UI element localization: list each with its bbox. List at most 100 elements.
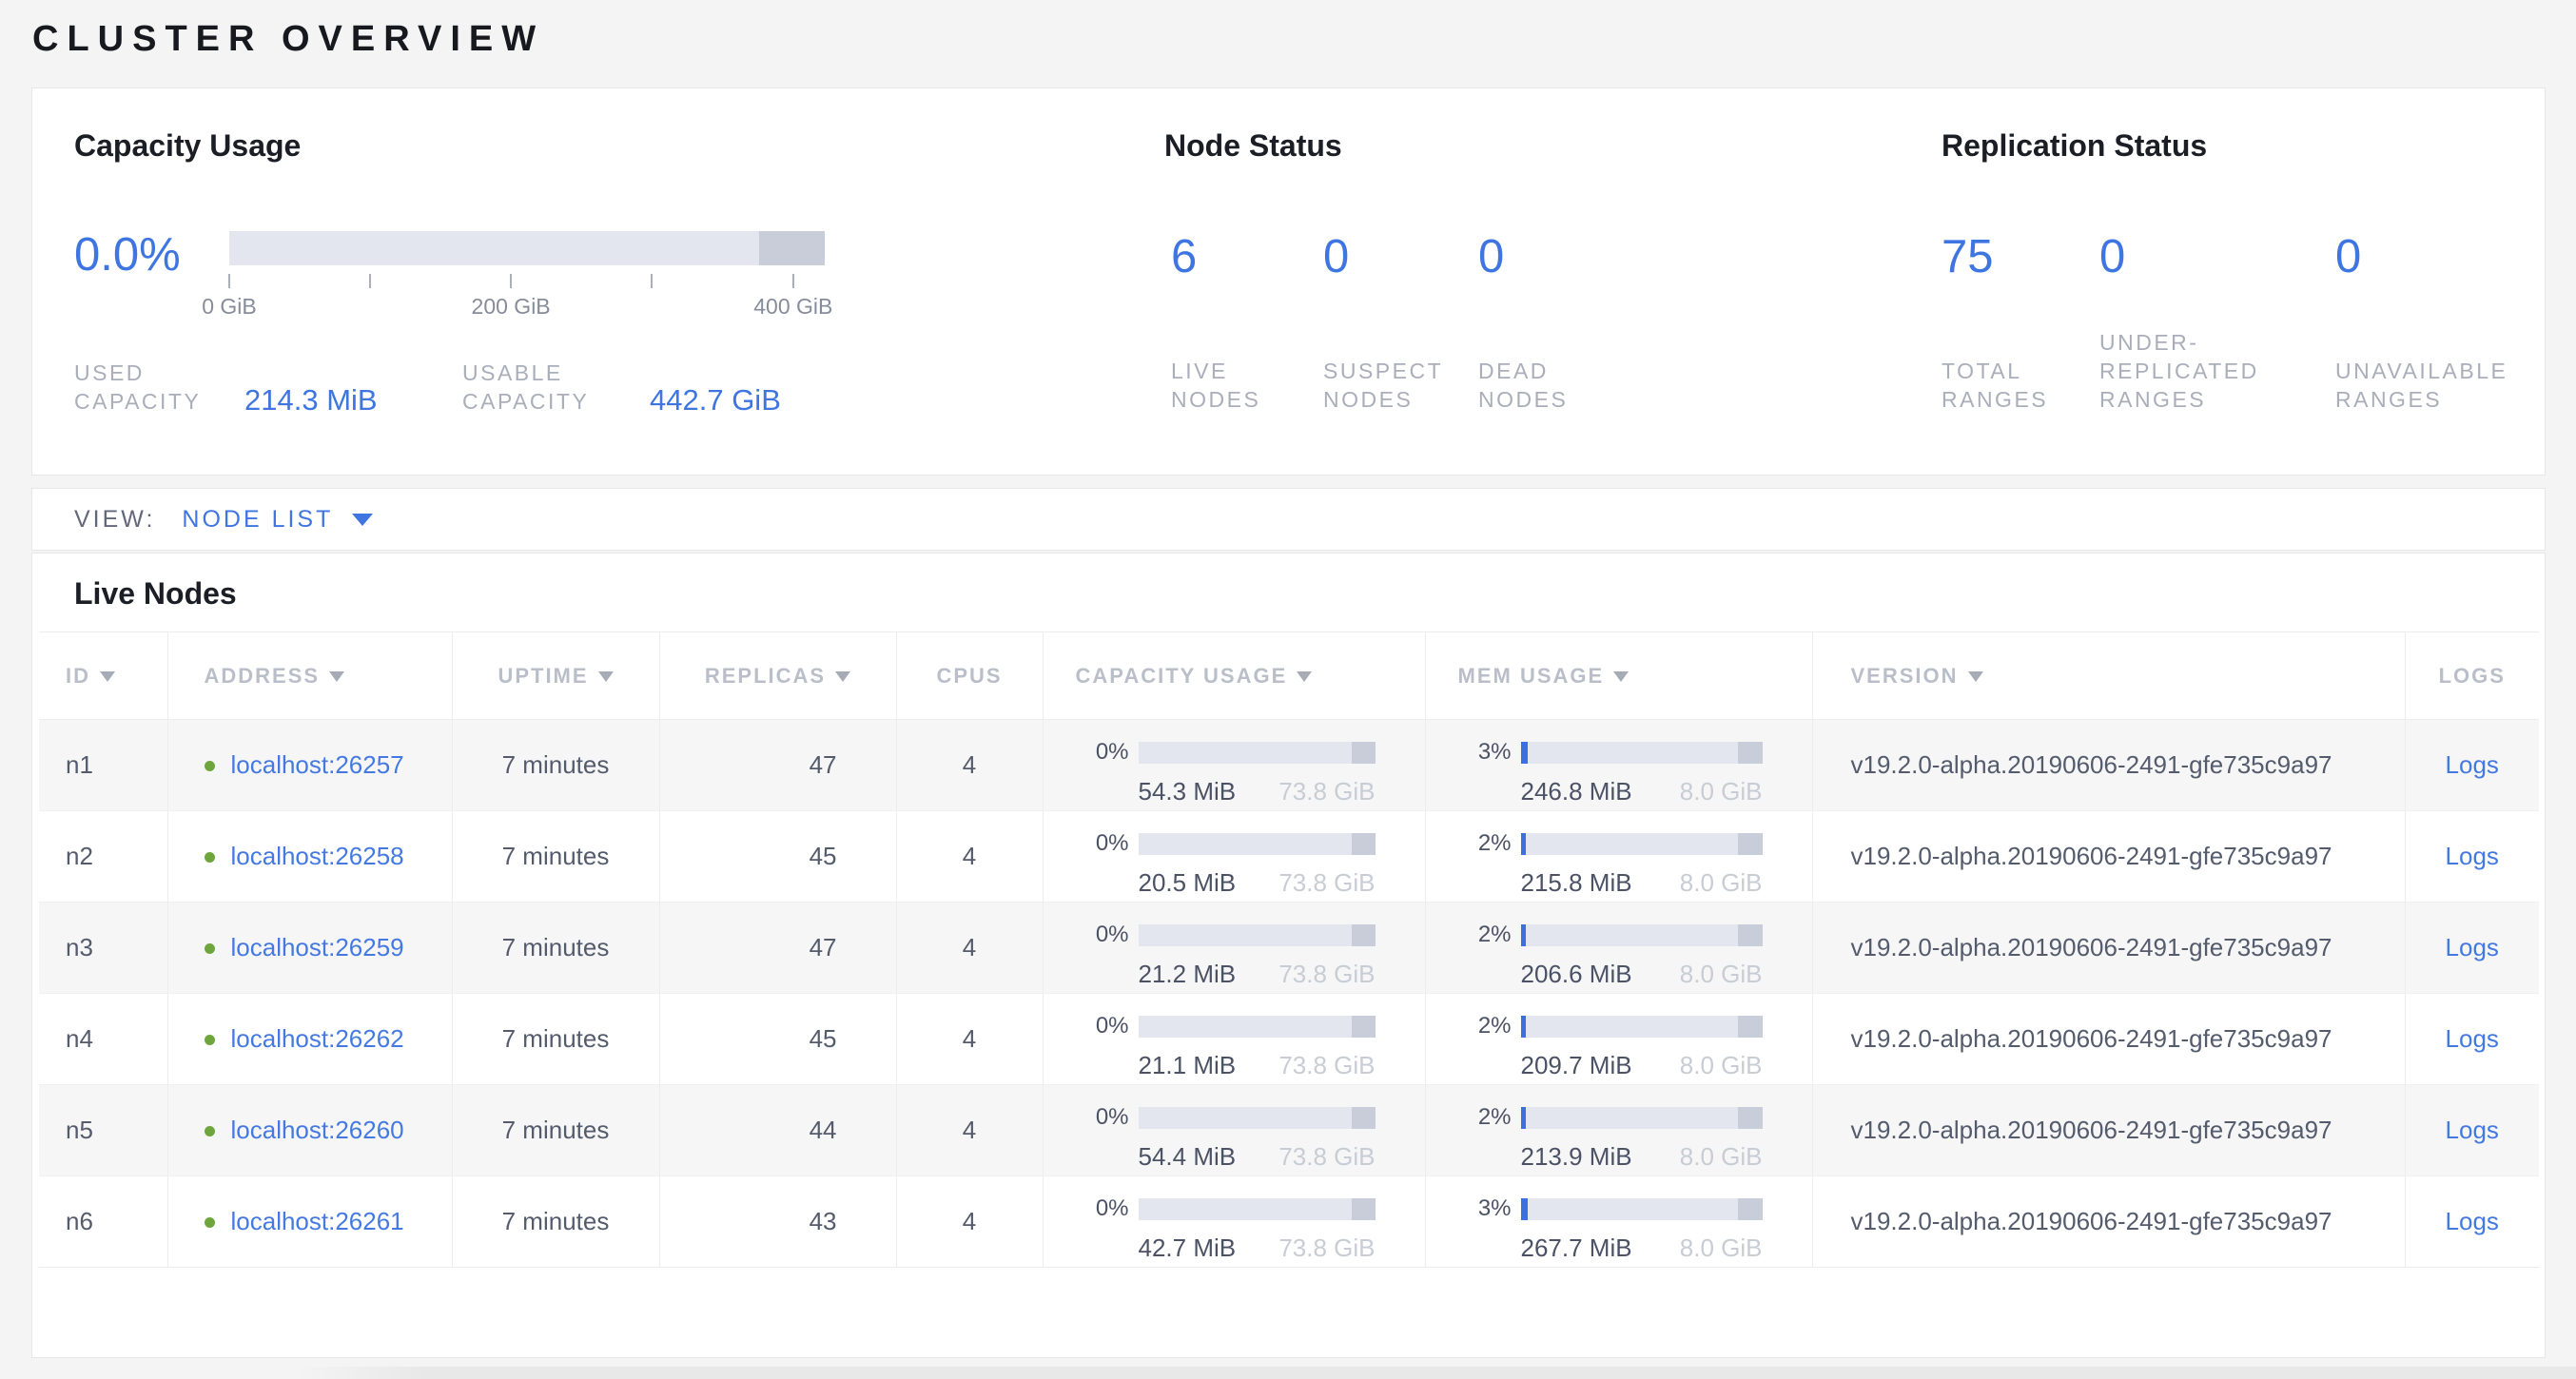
node-table-row: n2 localhost:26258 7 minutes 45 4 0% 20.… [39, 811, 2539, 903]
mem-usage-bar [1521, 742, 1763, 764]
capacity-usage-percent: 0% [1076, 739, 1129, 766]
capacity-total-value: 73.8 GiB [1278, 1051, 1375, 1080]
column-header-capacity-usage-label: CAPACITY USAGE [1076, 664, 1288, 688]
column-header-replicas[interactable]: REPLICAS [659, 632, 896, 720]
dead-nodes-count: 0 [1478, 231, 1504, 282]
mem-bar-reserved-segment [1738, 1198, 1762, 1220]
node-table-row: n5 localhost:26260 7 minutes 44 4 0% 54.… [39, 1085, 2539, 1176]
node-mem-usage-cell: 2% 213.9 MiB 8.0 GiB [1425, 1085, 1812, 1176]
live-nodes-table: ID ADDRESS UPTIME REPLICAS CPUS CAPACITY… [39, 631, 2539, 1268]
column-header-uptime-label: UPTIME [498, 664, 588, 688]
node-live-status-icon [205, 761, 215, 771]
mem-usage-percent: 2% [1458, 1013, 1512, 1039]
node-id-cell: n4 [39, 994, 167, 1085]
node-address-cell: localhost:26257 [167, 720, 452, 811]
column-header-cpus-label: CPUS [936, 664, 1002, 688]
column-header-version[interactable]: VERSION [1812, 632, 2405, 720]
node-mem-usage-cell: 2% 209.7 MiB 8.0 GiB [1425, 994, 1812, 1085]
column-header-address[interactable]: ADDRESS [167, 632, 452, 720]
node-table-row: n3 localhost:26259 7 minutes 47 4 0% 21.… [39, 903, 2539, 994]
node-mem-usage-cell: 3% 267.7 MiB 8.0 GiB [1425, 1176, 1812, 1268]
node-logs-link[interactable]: Logs [2446, 1024, 2499, 1053]
node-logs-link[interactable]: Logs [2446, 933, 2499, 961]
node-live-status-icon [205, 852, 215, 863]
node-logs-link[interactable]: Logs [2446, 750, 2499, 779]
sort-desc-icon [1968, 671, 1983, 682]
node-uptime-cell: 7 minutes [452, 1085, 659, 1176]
column-header-capacity-usage[interactable]: CAPACITY USAGE [1043, 632, 1425, 720]
node-address-link[interactable]: localhost:26260 [231, 1116, 404, 1144]
capacity-used-value: 21.1 MiB [1139, 1051, 1237, 1080]
mem-usage-percent: 3% [1458, 1195, 1512, 1222]
view-dropdown[interactable]: NODE LIST [182, 506, 373, 534]
mem-total-value: 8.0 GiB [1680, 1233, 1763, 1263]
chevron-down-icon [352, 514, 373, 526]
mem-used-value: 246.8 MiB [1521, 777, 1632, 806]
mem-bar-fill [1521, 1198, 1529, 1220]
node-uptime-cell: 7 minutes [452, 811, 659, 903]
column-header-mem-usage[interactable]: MEM USAGE [1425, 632, 1812, 720]
live-nodes-tbody: n1 localhost:26257 7 minutes 47 4 0% 54.… [39, 720, 2539, 1268]
unavailable-ranges-count: 0 [2335, 231, 2361, 282]
mem-bar-fill [1521, 1016, 1526, 1038]
node-replicas-cell: 44 [659, 1085, 896, 1176]
node-logs-link[interactable]: Logs [2446, 1207, 2499, 1235]
capacity-total-value: 73.8 GiB [1278, 960, 1375, 989]
capacity-used-value: 54.4 MiB [1139, 1142, 1237, 1172]
node-address-link[interactable]: localhost:26259 [231, 933, 404, 961]
capacity-usage-bar [1139, 742, 1376, 764]
view-label: VIEW: [74, 506, 155, 534]
node-address-link[interactable]: localhost:26262 [231, 1024, 404, 1053]
capacity-usage-percent: 0% [1076, 1013, 1129, 1039]
node-version-cell: v19.2.0-alpha.20190606-2491-gfe735c9a97 [1812, 811, 2405, 903]
capacity-ticks: 0 GiB200 GiB400 GiB [229, 265, 825, 320]
mem-bar-reserved-segment [1738, 742, 1762, 764]
mem-usage-percent: 2% [1458, 830, 1512, 857]
column-header-mem-usage-label: MEM USAGE [1458, 664, 1605, 688]
node-cpus-cell: 4 [896, 903, 1043, 994]
table-header-row: ID ADDRESS UPTIME REPLICAS CPUS CAPACITY… [39, 632, 2539, 720]
capacity-used-value: 42.7 MiB [1139, 1233, 1237, 1263]
node-address-link[interactable]: localhost:26258 [231, 842, 404, 870]
node-capacity-usage-cell: 0% 21.1 MiB 73.8 GiB [1043, 994, 1425, 1085]
node-logs-link[interactable]: Logs [2446, 1116, 2499, 1144]
node-address-link[interactable]: localhost:26261 [231, 1207, 404, 1235]
live-nodes-count: 6 [1171, 231, 1197, 282]
node-address-link[interactable]: localhost:26257 [231, 750, 404, 779]
mem-usage-percent: 2% [1458, 1104, 1512, 1131]
capacity-bar-reserved-segment [759, 231, 825, 265]
sort-desc-icon [1613, 671, 1629, 682]
node-address-cell: localhost:26261 [167, 1176, 452, 1268]
node-address-cell: localhost:26262 [167, 994, 452, 1085]
node-replicas-cell: 45 [659, 994, 896, 1085]
capacity-usage-percent: 0% [1076, 1195, 1129, 1222]
node-logs-cell: Logs [2405, 1176, 2539, 1268]
capacity-bar-track [229, 231, 825, 265]
node-uptime-cell: 7 minutes [452, 994, 659, 1085]
node-uptime-cell: 7 minutes [452, 903, 659, 994]
column-header-uptime[interactable]: UPTIME [452, 632, 659, 720]
node-replicas-cell: 47 [659, 720, 896, 811]
node-logs-link[interactable]: Logs [2446, 842, 2499, 870]
node-mem-usage-cell: 2% 215.8 MiB 8.0 GiB [1425, 811, 1812, 903]
node-live-status-icon [205, 1035, 215, 1045]
node-mem-usage-cell: 2% 206.6 MiB 8.0 GiB [1425, 903, 1812, 994]
node-version-cell: v19.2.0-alpha.20190606-2491-gfe735c9a97 [1812, 1085, 2405, 1176]
mem-total-value: 8.0 GiB [1680, 1051, 1763, 1080]
capacity-usage-bar [1139, 833, 1376, 855]
node-capacity-usage-cell: 0% 20.5 MiB 73.8 GiB [1043, 811, 1425, 903]
node-capacity-usage-cell: 0% 54.3 MiB 73.8 GiB [1043, 720, 1425, 811]
capacity-bar-reserved-segment [1352, 1107, 1376, 1129]
capacity-axis-tick [651, 274, 653, 288]
mem-used-value: 209.7 MiB [1521, 1051, 1632, 1080]
capacity-bar-reserved-segment [1352, 833, 1376, 855]
column-header-id[interactable]: ID [39, 632, 167, 720]
node-logs-cell: Logs [2405, 903, 2539, 994]
mem-bar-fill [1521, 924, 1526, 946]
column-header-address-label: ADDRESS [205, 664, 321, 688]
node-replicas-cell: 43 [659, 1176, 896, 1268]
node-live-status-icon [205, 1126, 215, 1136]
next-section-shadow [295, 1367, 2576, 1379]
mem-used-value: 206.6 MiB [1521, 960, 1632, 989]
sort-desc-icon [598, 671, 614, 682]
